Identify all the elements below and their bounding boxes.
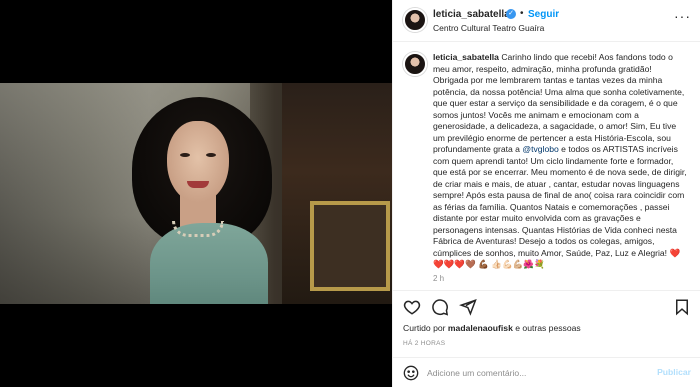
- follow-button[interactable]: Seguir: [528, 9, 559, 20]
- verified-badge-icon: ✓: [506, 9, 516, 19]
- post-header: leticia_sabatella ✓ • Seguir Centro Cult…: [393, 0, 700, 42]
- author-avatar[interactable]: [403, 8, 427, 32]
- caption-time-ago: 2 h: [433, 274, 445, 283]
- likes-summary[interactable]: Curtido por madalenaoufisk e outras pess…: [403, 323, 581, 333]
- post-panel: leticia_sabatella ✓ • Seguir Centro Cult…: [392, 0, 700, 387]
- action-bar: [393, 292, 700, 324]
- post-location[interactable]: Centro Cultural Teatro Guaíra: [433, 23, 544, 33]
- post-caption: leticia_sabatella Carinho lindo que rece…: [433, 52, 688, 271]
- posted-time: HÁ 2 HORAS: [403, 340, 446, 347]
- caption-section[interactable]: leticia_sabatella Carinho lindo que rece…: [393, 43, 700, 291]
- heart-icon[interactable]: [403, 298, 423, 318]
- photo-face: [167, 121, 229, 203]
- header-separator: •: [520, 8, 524, 19]
- photo-eye-right: [206, 153, 216, 157]
- bookmark-icon[interactable]: [673, 298, 693, 318]
- photo-eye-left: [180, 153, 190, 157]
- caption-text-part2: e todos os ARTISTAS incríveis com quem a…: [433, 144, 690, 269]
- post-photo[interactable]: [0, 83, 392, 304]
- photo-mouth: [187, 181, 209, 188]
- comment-icon[interactable]: [431, 298, 451, 318]
- caption-username[interactable]: leticia_sabatella: [433, 52, 499, 62]
- paper-plane-icon[interactable]: [459, 298, 479, 318]
- likes-suffix[interactable]: e outras pessoas: [513, 323, 580, 333]
- caption-avatar[interactable]: [403, 52, 427, 76]
- photo-picture-frame: [310, 201, 390, 291]
- comment-bar: Publicar: [393, 357, 700, 387]
- likes-prefix: Curtido por: [403, 323, 448, 333]
- author-username[interactable]: leticia_sabatella: [433, 9, 510, 20]
- comment-input[interactable]: [427, 365, 647, 381]
- photo-necklace: [172, 221, 224, 237]
- caption-text-part1: Carinho lindo que recebi! Aos fandons to…: [433, 52, 687, 154]
- publish-button[interactable]: Publicar: [657, 367, 691, 377]
- post-media[interactable]: [0, 0, 392, 387]
- more-options-icon[interactable]: ···: [674, 8, 691, 24]
- caption-mention-link[interactable]: @tvglobo: [522, 144, 558, 154]
- smiley-icon[interactable]: [403, 365, 419, 381]
- likes-username[interactable]: madalenaoufisk: [448, 323, 513, 333]
